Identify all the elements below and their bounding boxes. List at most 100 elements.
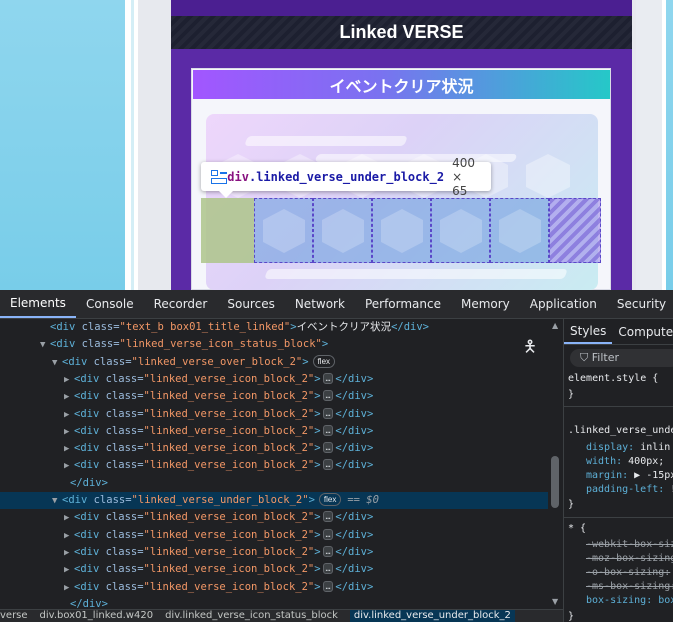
attr-value: "linked_verse_icon_block_2" xyxy=(143,407,315,420)
margin-overlay xyxy=(201,198,254,263)
accessibility-tree-icon[interactable]: 🯅 xyxy=(518,335,542,359)
collapse-arrow-icon[interactable]: ▼ xyxy=(40,337,50,353)
css-property[interactable]: padding-left: ! xyxy=(586,484,673,495)
tab-security[interactable]: Security xyxy=(607,290,673,318)
expand-arrow-icon[interactable]: ▶ xyxy=(64,510,74,526)
open-tag: <div class="linked_verse_icon_block_2"> xyxy=(74,390,321,402)
elements-dom-tree[interactable]: <div class="text_b box01_title_linked">イ… xyxy=(0,319,563,609)
rule-divider xyxy=(564,406,673,407)
dom-node-over-block[interactable]: ▼ <div class="linked_verse_over_block_2">… xyxy=(0,354,548,371)
flex-badge[interactable]: flex xyxy=(312,354,336,368)
flex-badge[interactable]: flex xyxy=(318,493,342,506)
expand-arrow-icon[interactable]: ▶ xyxy=(64,528,74,544)
dom-node-icon-block[interactable]: ▶ <div class="linked_verse_icon_block_2">… xyxy=(0,388,548,405)
ellipsis-badge[interactable]: … xyxy=(322,459,334,471)
dom-node-icon-block[interactable]: ▶ <div class="linked_verse_icon_block_2">… xyxy=(0,561,548,578)
breadcrumb-item[interactable]: verse xyxy=(0,610,28,622)
css-property[interactable]: width: 400px; xyxy=(586,456,664,467)
tab-application[interactable]: Application xyxy=(520,290,607,318)
dom-node-icon-block[interactable]: ▶ <div class="linked_verse_icon_block_2">… xyxy=(0,509,548,526)
tag-close: > xyxy=(314,424,321,437)
tab-elements[interactable]: Elements xyxy=(0,290,76,318)
ellipsis-badge[interactable]: … xyxy=(322,511,334,523)
dom-node-icon-block[interactable]: ▶ <div class="linked_verse_icon_block_2">… xyxy=(0,544,548,561)
tab-recorder[interactable]: Recorder xyxy=(144,290,218,318)
dom-node-close[interactable]: </div> xyxy=(0,596,548,609)
tab-memory[interactable]: Memory xyxy=(451,290,520,318)
ellipsis-badge[interactable]: … xyxy=(322,407,334,419)
right-page-edge xyxy=(662,0,666,290)
close-tag: </div> xyxy=(70,597,108,609)
ellipsis-badge[interactable]: … xyxy=(322,372,334,384)
styles-tab-styles[interactable]: Styles xyxy=(564,319,613,344)
tag-name: <div xyxy=(74,459,106,472)
expand-arrow-icon[interactable]: ▶ xyxy=(64,545,74,561)
padding-overlay xyxy=(549,198,601,263)
tag-close: > xyxy=(314,390,321,403)
tag-name: <div xyxy=(74,580,106,593)
dom-node-icon-block[interactable]: ▶ <div class="linked_verse_icon_block_2">… xyxy=(0,527,548,544)
expand-arrow-icon[interactable]: ▶ xyxy=(64,580,74,596)
ellipsis-badge[interactable]: … xyxy=(322,545,334,557)
collapse-arrow-icon[interactable]: ▼ xyxy=(52,355,62,371)
open-tag: <div class="linked_verse_icon_status_blo… xyxy=(50,338,328,350)
dom-node-icon-block[interactable]: ▶ <div class="linked_verse_icon_block_2">… xyxy=(0,579,548,596)
css-property[interactable]: box-sizing: box xyxy=(586,595,673,606)
under-block-highlight xyxy=(201,198,601,263)
dom-node-icon-block[interactable]: ▶ <div class="linked_verse_icon_block_2">… xyxy=(0,406,548,423)
css-property[interactable]: -moz-box-sizing xyxy=(586,553,673,564)
close-tag: </div> xyxy=(335,545,374,558)
tab-performance[interactable]: Performance xyxy=(355,290,451,318)
dom-node-icon-block[interactable]: ▶ <div class="linked_verse_icon_block_2">… xyxy=(0,457,548,474)
dom-node-icon-block[interactable]: ▶ <div class="linked_verse_icon_block_2">… xyxy=(0,440,548,457)
attr-name: class= xyxy=(105,545,144,558)
dom-node-icon-block[interactable]: ▶ <div class="linked_verse_icon_block_2">… xyxy=(0,423,548,440)
expand-arrow-icon[interactable]: ▶ xyxy=(64,562,74,578)
dom-node-icon-block[interactable]: ▶ <div class="linked_verse_icon_block_2">… xyxy=(0,371,548,388)
expand-arrow-icon[interactable]: ▶ xyxy=(64,458,74,474)
ellipsis-badge[interactable]: … xyxy=(322,580,334,592)
ellipsis-badge[interactable]: … xyxy=(322,390,334,402)
icon-block-overlay xyxy=(313,198,372,263)
attr-value: "text_b box01_title_linked" xyxy=(119,321,291,333)
breadcrumb-item[interactable]: div.linked_verse_icon_status_block xyxy=(165,610,338,622)
scroll-down-icon[interactable]: ▼ xyxy=(552,597,558,606)
bg-swoosh xyxy=(244,136,408,146)
styles-filter-input[interactable]: ⛉ Filter xyxy=(570,349,673,367)
styles-tab-compute[interactable]: Compute xyxy=(612,319,673,344)
attr-value: "linked_verse_icon_block_2" xyxy=(143,442,315,455)
tab-network[interactable]: Network xyxy=(285,290,355,318)
breadcrumb-item[interactable]: div.linked_verse_under_block_2 xyxy=(349,610,515,622)
ellipsis-badge[interactable]: … xyxy=(322,442,334,454)
css-property[interactable]: margin: ▶ -15px xyxy=(586,470,673,481)
expand-arrow-icon[interactable]: ▶ xyxy=(64,389,74,405)
scrollbar-thumb[interactable] xyxy=(551,456,559,508)
tab-sources[interactable]: Sources xyxy=(217,290,284,318)
collapse-arrow-icon[interactable]: ▼ xyxy=(52,493,62,509)
css-property[interactable]: -ms-box-sizing: xyxy=(586,581,673,592)
expand-arrow-icon[interactable]: ▶ xyxy=(64,407,74,423)
css-property[interactable]: display: inlin xyxy=(586,442,670,453)
expand-arrow-icon[interactable]: ▶ xyxy=(64,424,74,440)
expand-arrow-icon[interactable]: ▶ xyxy=(64,372,74,388)
css-property[interactable]: -webkit-box-siz xyxy=(586,539,673,550)
dom-node-status-block[interactable]: ▼ <div class="linked_verse_icon_status_bl… xyxy=(0,336,548,353)
ellipsis-badge[interactable]: … xyxy=(322,528,334,540)
dom-tree-scrollbar[interactable]: ▲ ▼ xyxy=(548,319,563,609)
tab-console[interactable]: Console xyxy=(76,290,144,318)
tag-name: <div xyxy=(74,511,106,524)
dom-node-under-block[interactable]: ▼ <div class="linked_verse_under_block_2"… xyxy=(0,492,548,509)
dom-node-title[interactable]: <div class="text_b box01_title_linked">イ… xyxy=(0,319,548,336)
dom-node-close[interactable]: </div> xyxy=(0,475,548,492)
attr-name: class= xyxy=(105,563,144,576)
ellipsis-badge[interactable]: … xyxy=(322,563,334,575)
expand-arrow-icon[interactable]: ▶ xyxy=(64,441,74,457)
attr-value: "linked_verse_icon_block_2" xyxy=(143,424,315,437)
css-property[interactable]: -o-box-sizing: xyxy=(586,567,670,578)
tag-name: <div xyxy=(50,338,82,351)
breadcrumb-item[interactable]: div.box01_linked.w420 xyxy=(40,610,154,622)
universal-selector: * { xyxy=(568,523,587,534)
open-tag: <div class="linked_verse_under_block_2"> xyxy=(62,494,315,506)
scroll-up-icon[interactable]: ▲ xyxy=(552,321,558,330)
ellipsis-badge[interactable]: … xyxy=(322,424,334,436)
